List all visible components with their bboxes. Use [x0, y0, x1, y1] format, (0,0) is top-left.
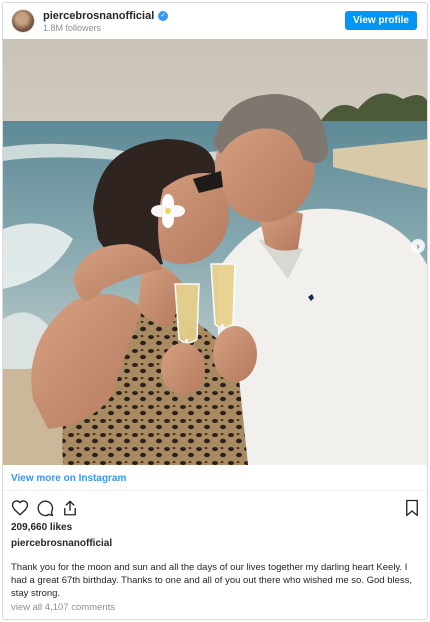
heart-icon[interactable]	[11, 499, 29, 517]
divider	[3, 490, 427, 491]
post-caption: Thank you for the moon and sun and all t…	[11, 562, 413, 599]
bookmark-icon[interactable]	[404, 499, 420, 517]
user-block: piercebrosnanofficial ✓ 1.8M followers	[43, 10, 169, 33]
post-header: piercebrosnanofficial ✓ 1.8M followers V…	[3, 3, 427, 39]
follower-count: 1.8M followers	[43, 22, 102, 33]
post-photo[interactable]: ›	[3, 39, 427, 465]
instagram-embed-card: piercebrosnanofficial ✓ 1.8M followers V…	[2, 2, 428, 620]
caption-username[interactable]: piercebrosnanofficial	[11, 538, 112, 549]
view-profile-button[interactable]: View profile	[345, 11, 417, 30]
like-count[interactable]: 209,660 likes	[11, 522, 72, 533]
profile-avatar[interactable]	[11, 9, 35, 33]
user-row: piercebrosnanofficial ✓	[43, 10, 169, 22]
profile-username[interactable]: piercebrosnanofficial	[43, 10, 154, 22]
view-all-comments-link[interactable]: view all 4,107 comments	[11, 602, 115, 613]
comment-icon[interactable]	[36, 499, 54, 517]
action-bar	[11, 499, 421, 519]
view-more-link[interactable]: View more on Instagram	[11, 473, 126, 484]
post-image	[3, 39, 427, 465]
verified-icon: ✓	[158, 10, 169, 21]
next-arrow-icon[interactable]: ›	[411, 239, 425, 253]
share-icon[interactable]	[61, 499, 79, 517]
